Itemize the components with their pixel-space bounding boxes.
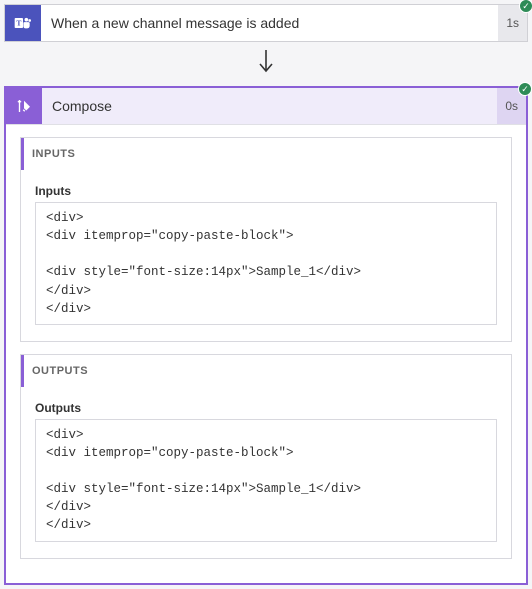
inputs-section-header: INPUTS — [21, 138, 511, 170]
outputs-section-header: OUTPUTS — [21, 355, 511, 387]
flow-arrow-icon — [4, 42, 528, 86]
compose-icon — [6, 88, 42, 124]
success-check-icon: ✓ — [518, 82, 532, 96]
outputs-code-box[interactable]: <div> <div itemprop="copy-paste-block"> … — [35, 419, 497, 542]
success-check-icon: ✓ — [519, 0, 532, 13]
action-title: Compose — [42, 98, 497, 114]
action-detail-panel: Compose 0s ✓ INPUTS Inputs <div> <div it… — [4, 86, 528, 585]
inputs-code-box[interactable]: <div> <div itemprop="copy-paste-block"> … — [35, 202, 497, 325]
inputs-section: INPUTS Inputs <div> <div itemprop="copy-… — [20, 137, 512, 342]
outputs-section: OUTPUTS Outputs <div> <div itemprop="cop… — [20, 354, 512, 559]
svg-text:T: T — [16, 19, 21, 28]
teams-icon: T — [5, 5, 41, 41]
inputs-field-label: Inputs — [35, 184, 497, 198]
trigger-card[interactable]: T When a new channel message is added 1s… — [4, 4, 528, 42]
trigger-title: When a new channel message is added — [41, 15, 498, 31]
outputs-field-label: Outputs — [35, 401, 497, 415]
action-card[interactable]: Compose 0s ✓ — [6, 88, 526, 125]
